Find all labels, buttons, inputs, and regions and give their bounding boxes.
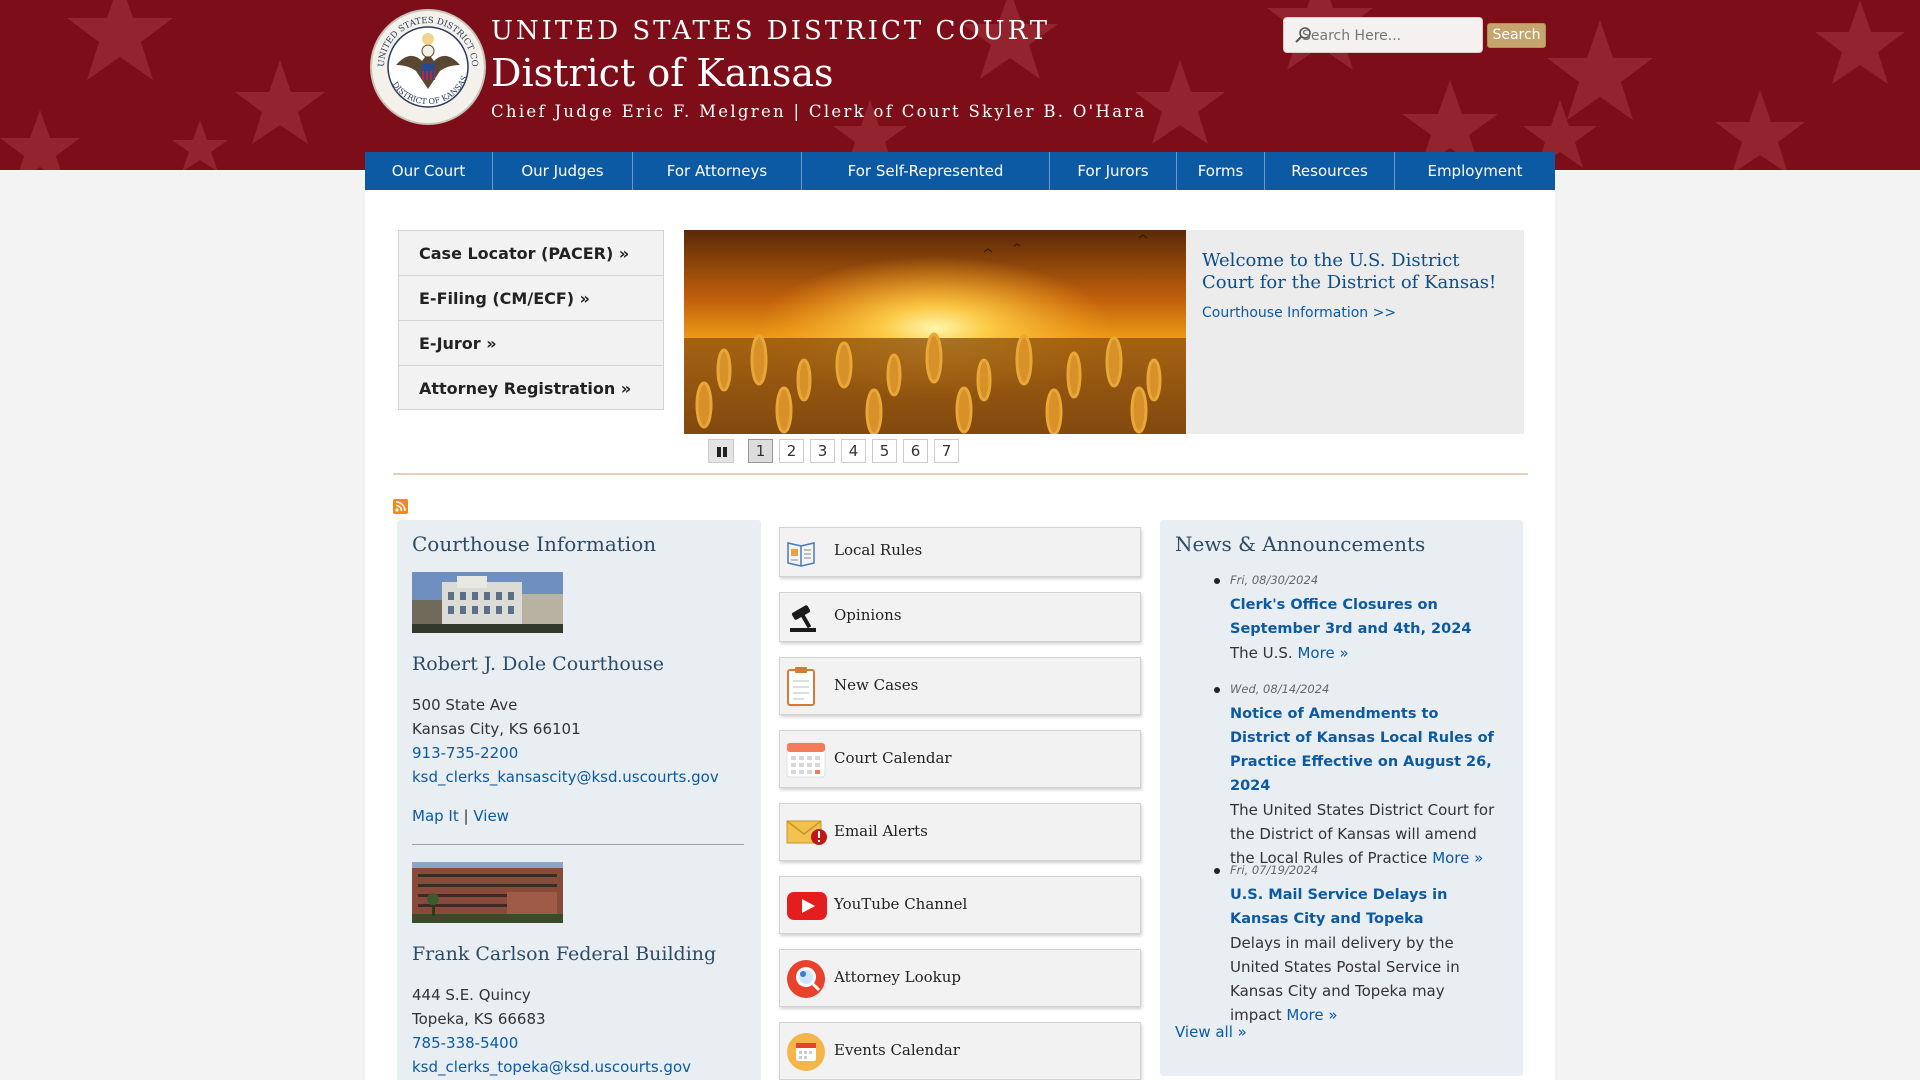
map-it-link[interactable]: Map It bbox=[412, 807, 459, 825]
dole-courthouse-photo[interactable] bbox=[412, 572, 563, 633]
view-all-news-link[interactable]: View all » bbox=[1175, 1023, 1247, 1041]
courthouse-phone-link[interactable]: 913-735-2200 bbox=[412, 744, 518, 762]
event-calendar-icon bbox=[787, 1033, 825, 1071]
courthouse-heading: Courthouse Information bbox=[412, 532, 657, 556]
search-input[interactable] bbox=[1302, 25, 1478, 47]
news-item: Wed, 08/14/2024 Notice of Amendments to … bbox=[1214, 681, 1500, 870]
tile-events-calendar[interactable]: Events Calendar bbox=[779, 1022, 1141, 1080]
slide-page-4[interactable]: 4 bbox=[841, 439, 866, 463]
slide-page-7[interactable]: 7 bbox=[934, 439, 959, 463]
tile-attorney-lookup[interactable]: Attorney Lookup bbox=[779, 949, 1141, 1007]
tile-label: Attorney Lookup bbox=[834, 968, 961, 986]
pause-icon[interactable] bbox=[708, 439, 734, 463]
district-title[interactable]: District of Kansas bbox=[491, 51, 834, 95]
tile-opinions[interactable]: Opinions bbox=[779, 592, 1141, 642]
tile-label: Court Calendar bbox=[834, 749, 952, 767]
tile-label: Local Rules bbox=[834, 541, 923, 559]
tile-email-alerts[interactable]: Email Alerts bbox=[779, 803, 1141, 861]
slide-page-2[interactable]: 2 bbox=[779, 439, 804, 463]
courthouse-info-panel: Courthouse Information Robert J. Dole Co… bbox=[397, 520, 761, 1080]
tile-youtube-channel[interactable]: YouTube Channel bbox=[779, 876, 1141, 934]
news-body: The United States District Court for the… bbox=[1230, 798, 1500, 870]
tile-label: Events Calendar bbox=[834, 1041, 960, 1059]
slide-page-6[interactable]: 6 bbox=[903, 439, 928, 463]
tile-court-calendar[interactable]: Court Calendar bbox=[779, 730, 1141, 788]
calendar-icon bbox=[786, 742, 826, 778]
tile-local-rules[interactable]: Local Rules bbox=[779, 527, 1141, 577]
news-body: Delays in mail delivery by the United St… bbox=[1230, 931, 1500, 1027]
news-date: Wed, 08/14/2024 bbox=[1230, 682, 1330, 696]
news-item: Fri, 07/19/2024 U.S. Mail Service Delays… bbox=[1214, 862, 1500, 1027]
youtube-icon bbox=[787, 892, 827, 920]
book-icon bbox=[787, 542, 815, 567]
nav-for-self-represented[interactable]: For Self-Represented bbox=[802, 152, 1050, 190]
search-box bbox=[1283, 17, 1483, 53]
quicklink-e-juror[interactable]: E-Juror » bbox=[398, 320, 664, 365]
courthouse-address-line2: Topeka, KS 66683 bbox=[412, 1010, 546, 1028]
tile-label: Opinions bbox=[834, 606, 902, 624]
court-officials: Chief Judge Eric F. Melgren | Clerk of C… bbox=[491, 102, 1147, 121]
nav-for-jurors[interactable]: For Jurors bbox=[1050, 152, 1177, 190]
news-item: Fri, 08/30/2024 Clerk's Office Closures … bbox=[1214, 572, 1500, 665]
nav-resources[interactable]: Resources bbox=[1265, 152, 1395, 190]
news-title-link[interactable]: U.S. Mail Service Delays in Kansas City … bbox=[1230, 883, 1500, 931]
courthouse-name: Frank Carlson Federal Building bbox=[412, 943, 717, 965]
news-title-link[interactable]: Notice of Amendments to District of Kans… bbox=[1230, 702, 1500, 798]
news-more-link[interactable]: More » bbox=[1297, 644, 1348, 662]
news-excerpt: The U.S. bbox=[1230, 644, 1293, 662]
quicklink-e-filing[interactable]: E-Filing (CM/ECF) » bbox=[398, 275, 664, 320]
news-panel: News & Announcements Fri, 08/30/2024 Cle… bbox=[1160, 520, 1523, 1076]
slide-page-3[interactable]: 3 bbox=[810, 439, 835, 463]
wheat-field-image bbox=[684, 230, 1186, 434]
search-button[interactable]: Search bbox=[1487, 23, 1546, 48]
magnifier-icon bbox=[787, 960, 825, 998]
tile-label: YouTube Channel bbox=[834, 895, 968, 913]
courthouse-name: Robert J. Dole Courthouse bbox=[412, 653, 665, 675]
nav-forms[interactable]: Forms bbox=[1177, 152, 1265, 190]
news-more-link[interactable]: More » bbox=[1286, 1006, 1337, 1024]
nav-our-court[interactable]: Our Court bbox=[365, 152, 493, 190]
slide-page-5[interactable]: 5 bbox=[872, 439, 897, 463]
gavel-icon bbox=[790, 605, 816, 632]
link-separator: | bbox=[463, 807, 469, 825]
slide-page-1[interactable]: 1 bbox=[748, 439, 773, 463]
news-date: Fri, 07/19/2024 bbox=[1230, 863, 1319, 877]
nav-employment[interactable]: Employment bbox=[1395, 152, 1555, 190]
envelope-alert-icon bbox=[786, 820, 827, 845]
courthouse-map-links: Map It | View bbox=[412, 807, 509, 825]
site-header: UNITED STATES DISTRICT COURT DISTRICT OF… bbox=[0, 0, 1920, 170]
rss-icon[interactable] bbox=[393, 499, 408, 514]
courthouse-address-line1: 500 State Ave bbox=[412, 696, 518, 714]
courthouse-address-line2: Kansas City, KS 66101 bbox=[412, 720, 581, 738]
news-body: The U.S. More » bbox=[1230, 641, 1500, 665]
tile-new-cases[interactable]: New Cases bbox=[779, 657, 1141, 715]
view-link[interactable]: View bbox=[473, 807, 509, 825]
main-navigation: Our Court Our Judges For Attorneys For S… bbox=[365, 152, 1555, 190]
nav-for-attorneys[interactable]: For Attorneys bbox=[633, 152, 802, 190]
court-seal-logo[interactable]: UNITED STATES DISTRICT COURT DISTRICT OF… bbox=[370, 9, 486, 125]
news-heading: News & Announcements bbox=[1175, 532, 1426, 556]
slideshow-pager: 1 2 3 4 5 6 7 bbox=[708, 439, 959, 463]
courthouse-phone-link[interactable]: 785-338-5400 bbox=[412, 1034, 518, 1052]
clipboard-icon bbox=[787, 667, 815, 706]
news-title-link[interactable]: Clerk's Office Closures on September 3rd… bbox=[1230, 593, 1500, 641]
quicklink-case-locator[interactable]: Case Locator (PACER) » bbox=[398, 230, 664, 275]
slideshow: Welcome to the U.S. District Court for t… bbox=[684, 230, 1524, 434]
quick-links: Case Locator (PACER) » E-Filing (CM/ECF)… bbox=[398, 230, 664, 410]
news-excerpt: Delays in mail delivery by the United St… bbox=[1230, 934, 1460, 1024]
courthouse-email-link[interactable]: ksd_clerks_kansascity@ksd.uscourts.gov bbox=[412, 768, 719, 786]
tile-label: New Cases bbox=[834, 676, 919, 694]
quicklink-attorney-registration[interactable]: Attorney Registration » bbox=[398, 365, 664, 410]
carlson-building-photo[interactable] bbox=[412, 862, 563, 923]
news-date: Fri, 08/30/2024 bbox=[1230, 573, 1319, 587]
courthouse-address-line1: 444 S.E. Quincy bbox=[412, 986, 531, 1004]
courthouse-email-link[interactable]: ksd_clerks_topeka@ksd.uscourts.gov bbox=[412, 1058, 691, 1076]
tile-label: Email Alerts bbox=[834, 822, 928, 840]
slide-title: Welcome to the U.S. District Court for t… bbox=[1202, 250, 1497, 293]
courthouse-info-link[interactable]: Courthouse Information >> bbox=[1202, 305, 1396, 321]
section-divider bbox=[393, 473, 1528, 475]
courthouse-separator bbox=[412, 844, 744, 845]
court-name: UNITED STATES DISTRICT COURT bbox=[491, 16, 1051, 46]
nav-our-judges[interactable]: Our Judges bbox=[493, 152, 633, 190]
